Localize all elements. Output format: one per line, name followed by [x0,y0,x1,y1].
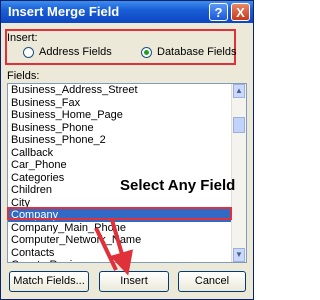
selected-field-highlight [7,207,232,220]
scroll-down-icon[interactable]: ▼ [233,248,245,262]
database-fields-label: Database Fields [157,46,237,58]
field-item[interactable]: Callback [8,147,233,160]
help-button[interactable]: ? [209,3,228,21]
close-icon: X [236,5,245,20]
field-item[interactable]: Business_Home_Page [8,109,233,122]
field-item[interactable]: Business_Phone_2 [8,134,233,147]
insert-merge-field-dialog: Insert Merge Field ? X Insert: Address F… [0,0,254,300]
field-item[interactable]: CountryRegion [8,259,233,262]
close-button[interactable]: X [231,3,250,21]
help-icon: ? [214,5,223,20]
field-item[interactable]: Business_Phone [8,122,233,135]
field-item[interactable]: Company_Main_Phone [8,222,233,235]
fields-label: Fields: [7,70,40,82]
dialog-title: Insert Merge Field [8,4,120,19]
field-item[interactable]: Business_Fax [8,97,233,110]
match-fields-button[interactable]: Match Fields... [9,271,89,292]
insert-button[interactable]: Insert [99,271,169,292]
radio-unchecked-icon [23,47,34,58]
address-fields-label: Address Fields [39,46,112,58]
field-item[interactable]: Car_Phone [8,159,233,172]
insert-label: Insert: [7,32,38,44]
cancel-button[interactable]: Cancel [178,271,246,292]
scroll-up-icon[interactable]: ▲ [233,84,245,98]
fields-listbox[interactable]: Business_Address_Street Business_Fax Busin… [7,83,247,263]
field-item[interactable]: Contacts [8,247,233,260]
radio-checked-icon [141,47,152,58]
field-item[interactable]: Business_Address_Street [8,84,233,97]
vertical-scrollbar[interactable]: ▲ ▼ [231,84,246,262]
field-item[interactable]: Computer_Network_Name [8,234,233,247]
scroll-thumb[interactable] [233,117,245,133]
title-bar[interactable]: Insert Merge Field ? X [1,1,253,23]
select-any-field-annotation: Select Any Field [120,177,236,194]
